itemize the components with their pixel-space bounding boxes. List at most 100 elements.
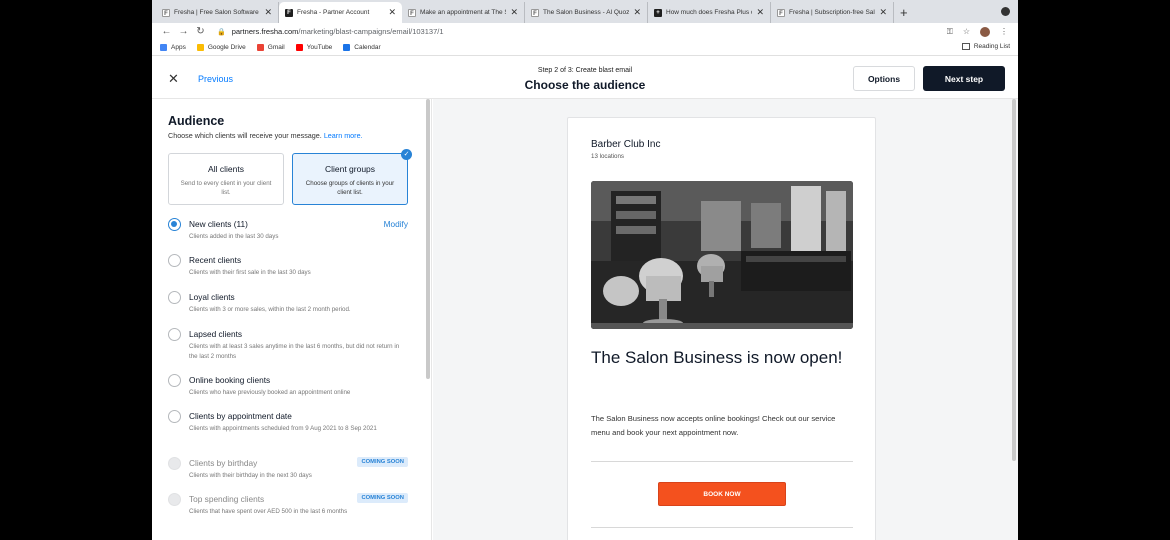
bookmark-youtube[interactable]: YouTube <box>295 44 332 51</box>
browser-tab[interactable]: + How much does Fresha Plus c... ✕ <box>648 2 771 23</box>
tab-title: The Salon Business - Al Quoz/... <box>543 9 630 16</box>
browser-tab-active[interactable]: F Fresha - Partner Account ✕ <box>279 2 402 23</box>
email-preview: Barber Club Inc 13 locations The Salon B… <box>567 117 876 540</box>
browser-tab[interactable]: F Fresha | Subscription-free Salo... ✕ <box>771 2 894 23</box>
bookmark-calendar[interactable]: Calendar <box>343 44 381 51</box>
bookmark-label: Gmail <box>267 44 285 51</box>
locations-count: 13 locations <box>591 153 625 160</box>
learn-more-link[interactable]: Learn more. <box>324 131 363 140</box>
check-icon: ✓ <box>401 149 412 160</box>
option-label: Clients by birthday <box>189 458 258 468</box>
toolbar-right: ⚿ ☆ ⋮ <box>947 26 1018 37</box>
reload-icon[interactable]: ↻ <box>192 26 209 37</box>
bookmark-apps[interactable]: Apps <box>160 44 186 51</box>
card-description: Send to every client in your client list… <box>180 180 272 196</box>
close-tab-icon[interactable]: ✕ <box>879 7 887 18</box>
radio[interactable] <box>168 328 181 341</box>
close-tab-icon[interactable]: ✕ <box>510 7 518 18</box>
scrollbar[interactable] <box>1012 99 1016 461</box>
profile-avatar[interactable] <box>980 26 990 37</box>
close-tab-icon[interactable]: ✕ <box>756 7 764 18</box>
email-body-text: The Salon Business now accepts online bo… <box>591 414 836 437</box>
audience-subtitle-text: Choose which clients will receive your m… <box>168 131 322 140</box>
barbershop-hero-image <box>591 181 853 329</box>
option-label: Loyal clients <box>189 292 235 302</box>
radio[interactable] <box>168 254 181 267</box>
radio-selected[interactable] <box>168 218 181 231</box>
option-label: Lapsed clients <box>189 329 243 339</box>
option-label: Clients by appointment date <box>189 411 292 421</box>
coming-soon-badge: COMING SOON <box>357 493 408 503</box>
url-host: partners.fresha.com <box>231 27 299 36</box>
bookmark-google-drive[interactable]: Google Drive <box>196 44 246 51</box>
reading-list-button[interactable]: Reading List <box>961 43 1010 50</box>
radio[interactable] <box>168 291 181 304</box>
lock-icon[interactable]: 🔒 <box>217 28 226 36</box>
close-tab-icon[interactable]: ✕ <box>388 7 396 18</box>
back-arrow-icon[interactable]: ← <box>158 26 175 37</box>
next-step-button[interactable]: Next step <box>923 66 1005 91</box>
tab-title: Fresha | Free Salon Software | ... <box>174 9 261 16</box>
divider <box>591 461 853 462</box>
fresha-favicon-icon: F <box>531 8 539 17</box>
book-now-button[interactable]: BOOK NOW <box>658 482 786 506</box>
option-label: Top spending clients <box>189 494 265 504</box>
fresha-favicon-icon: F <box>162 8 170 17</box>
audience-title: Audience <box>168 114 225 128</box>
close-tab-icon[interactable]: ✕ <box>633 7 641 18</box>
option-description: Clients that have spent over AED 500 in … <box>189 508 348 515</box>
new-tab-button[interactable]: + <box>900 5 908 20</box>
bookmark-gmail[interactable]: Gmail <box>256 44 285 51</box>
address-bar: ← → ↻ 🔒 partners.fresha.com/marketing/bl… <box>152 23 1018 40</box>
email-headline: The Salon Business is now open! <box>591 348 843 367</box>
radio[interactable] <box>168 410 181 423</box>
close-tab-icon[interactable]: ✕ <box>264 7 272 18</box>
modify-link[interactable]: Modify <box>384 219 408 229</box>
coming-soon-badge: COMING SOON <box>357 457 408 467</box>
kebab-menu-icon[interactable]: ⋮ <box>1000 27 1008 36</box>
email-preview-panel: Barber Club Inc 13 locations The Salon B… <box>433 99 1018 540</box>
browser-tab[interactable]: F Fresha | Free Salon Software | ... ✕ <box>156 2 279 23</box>
radio-disabled <box>168 493 181 506</box>
tab-title: Fresha | Subscription-free Salo... <box>789 9 876 16</box>
reading-list-icon <box>961 43 970 50</box>
star-icon[interactable]: ☆ <box>963 27 970 36</box>
tab-title: Fresha - Partner Account <box>297 9 370 16</box>
key-icon[interactable]: ⚿ <box>947 27 953 37</box>
bookmark-label: Apps <box>171 44 186 51</box>
option-description: Clients with their birthday in the next … <box>189 472 312 479</box>
url-field[interactable]: partners.fresha.com/marketing/blast-camp… <box>232 27 947 36</box>
gmail-icon <box>256 44 264 51</box>
option-description: Clients added in the last 30 days <box>189 233 279 240</box>
scrollbar[interactable] <box>426 99 430 379</box>
option-label: New clients (11) <box>189 219 248 229</box>
reading-list-label: Reading List <box>973 43 1010 50</box>
business-name: Barber Club Inc <box>591 139 661 150</box>
option-description: Clients who have previously booked an ap… <box>189 389 351 396</box>
forward-arrow-icon[interactable]: → <box>175 26 192 37</box>
option-label: Recent clients <box>189 255 242 265</box>
options-button[interactable]: Options <box>853 66 915 91</box>
tab-title: How much does Fresha Plus c... <box>666 9 753 16</box>
apps-grid-icon <box>160 44 167 51</box>
client-groups-card[interactable]: ✓ Client groups Choose groups of clients… <box>292 149 412 205</box>
fresha-favicon-icon: F <box>285 8 293 17</box>
option-description: Clients with their first sale in the las… <box>189 269 311 276</box>
option-label: Online booking clients <box>189 375 271 385</box>
bookmarks-bar: Apps Google Drive Gmail YouTube Calendar… <box>152 40 1018 56</box>
window-menu-icon[interactable] <box>1001 7 1010 16</box>
browser-tab[interactable]: F Make an appointment at The Sa... ✕ <box>402 2 525 23</box>
bookmark-label: Calendar <box>354 44 381 51</box>
url-path: /marketing/blast-campaigns/email/103137/… <box>298 27 444 36</box>
card-title: All clients <box>208 164 244 174</box>
drive-icon <box>196 44 204 51</box>
radio[interactable] <box>168 374 181 387</box>
plus-favicon-icon: + <box>654 8 662 17</box>
bookmark-label: Google Drive <box>207 44 246 51</box>
browser-tab[interactable]: F The Salon Business - Al Quoz/... ✕ <box>525 2 648 23</box>
card-description: Choose groups of clients in your client … <box>305 180 395 196</box>
option-description: Clients with 3 or more sales, within the… <box>189 306 351 313</box>
radio-disabled <box>168 457 181 470</box>
all-clients-card[interactable]: All clients Send to every client in your… <box>168 153 284 205</box>
fresha-favicon-icon: F <box>408 8 416 17</box>
